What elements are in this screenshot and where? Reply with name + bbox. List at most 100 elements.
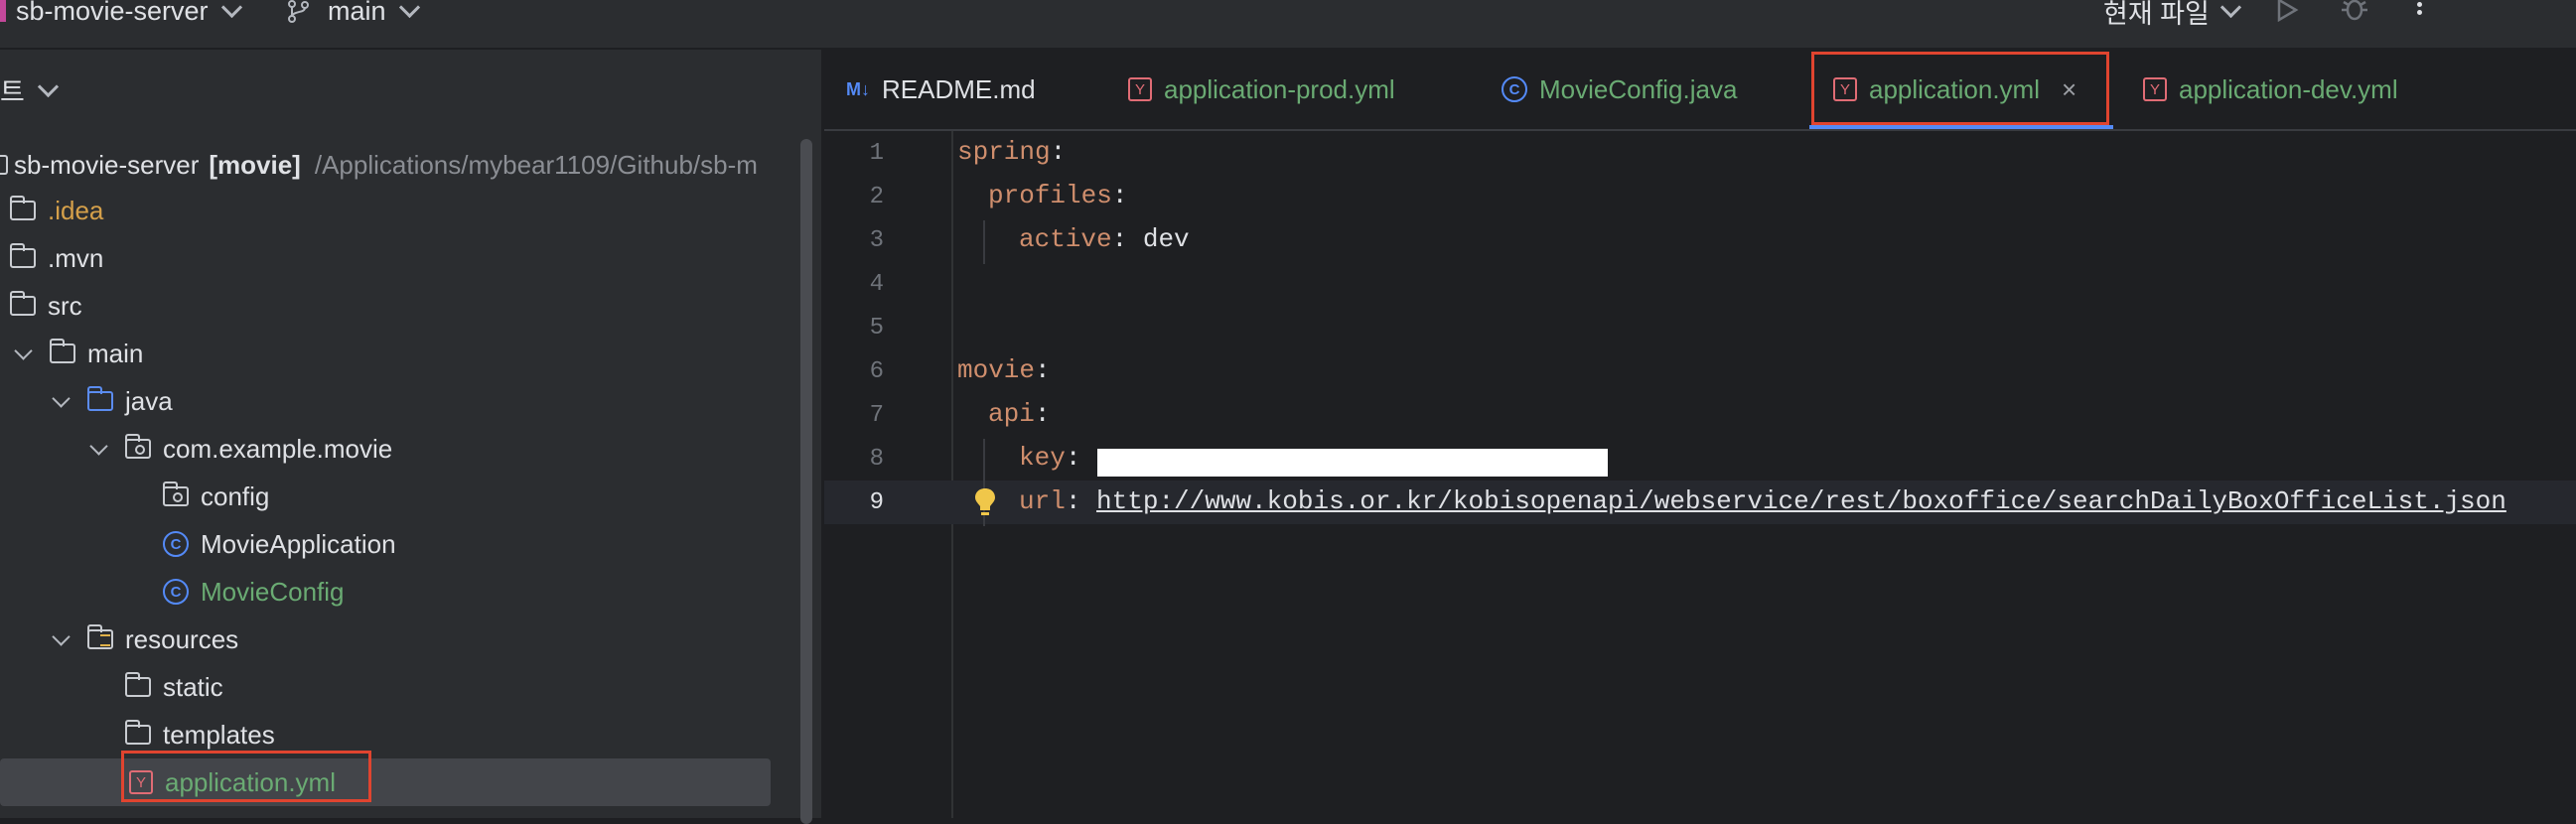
highlight-box <box>121 751 371 802</box>
line-number: 4 <box>869 271 884 298</box>
project-panel-header[interactable]: 트 <box>0 69 59 109</box>
yaml-key: key <box>1019 443 1066 473</box>
tab-readme[interactable]: M↓ README.md <box>846 50 1036 129</box>
tree-item[interactable]: main <box>14 330 144 377</box>
folder-icon <box>9 196 36 220</box>
line-number: 8 <box>869 446 884 473</box>
package-icon <box>162 481 189 506</box>
code-line-1[interactable]: spring: <box>957 137 1066 167</box>
run-config-selector[interactable]: 현재 파일 <box>2103 0 2241 29</box>
project-switcher[interactable]: sb-movie-server <box>16 0 242 26</box>
source-folder-icon <box>86 386 113 411</box>
resources-folder-icon <box>86 624 113 649</box>
code-line-8[interactable]: key: <box>1019 443 1080 473</box>
tree-item-label: main <box>87 338 144 368</box>
yaml-key: url <box>1019 486 1066 516</box>
root-name: sb-movie-server <box>14 149 200 180</box>
module-icon <box>0 155 8 175</box>
url-link[interactable]: http://www.kobis.or.kr/kobisopenapi/webs… <box>1096 486 2506 516</box>
tab-label: application-dev.yml <box>2179 73 2398 104</box>
project-panel-title: 트 <box>0 76 25 107</box>
yaml-colon: : <box>1111 224 1128 254</box>
tab-label: README.md <box>882 73 1036 104</box>
code-line-9[interactable]: url: http://www.kobis.or.kr/kobisopenapi… <box>1019 486 2506 516</box>
yaml-colon: : <box>1035 355 1051 385</box>
tree-item-label: static <box>163 671 223 702</box>
folder-icon <box>49 339 75 363</box>
chevron-down-icon[interactable] <box>52 388 71 408</box>
tree-root[interactable]: sb-movie-server [movie] /Applications/my… <box>0 141 758 189</box>
yaml-key: active <box>1019 224 1112 254</box>
tab-label: MovieConfig.java <box>1539 73 1738 104</box>
tree-item-label: templates <box>163 719 275 750</box>
line-number: 9 <box>869 489 884 516</box>
line-number: 7 <box>869 402 884 429</box>
chevron-down-icon[interactable] <box>14 341 33 360</box>
tree-item[interactable]: resources <box>52 616 239 663</box>
markdown-icon: M↓ <box>846 78 870 99</box>
chevron-down-icon[interactable] <box>52 626 71 646</box>
yaml-key: spring <box>957 137 1051 167</box>
project-color-marker <box>0 0 6 22</box>
chevron-down-icon <box>2219 0 2241 18</box>
tree-item[interactable]: C MovieConfig <box>163 568 345 616</box>
tree-item[interactable]: .mvn <box>9 234 104 282</box>
yaml-key: api <box>988 399 1035 429</box>
folder-icon <box>124 672 151 697</box>
tree-item[interactable]: java <box>52 377 173 425</box>
tree-item-label: .idea <box>48 195 104 225</box>
chevron-down-icon[interactable] <box>89 436 108 456</box>
yaml-key: profiles <box>988 181 1112 210</box>
project-name: sb-movie-server <box>16 0 209 26</box>
chevron-down-icon <box>37 75 59 97</box>
more-actions-icon[interactable] <box>2417 0 2423 15</box>
class-icon: C <box>163 579 189 605</box>
code-line-3[interactable]: active: dev <box>1019 224 1190 254</box>
tab-application-prod[interactable]: Y application-prod.yml <box>1128 50 1395 129</box>
tree-item-label: resources <box>125 623 239 654</box>
yaml-value: dev <box>1142 224 1190 254</box>
tree-item[interactable]: com.example.movie <box>89 425 393 473</box>
yaml-icon: Y <box>2143 77 2167 101</box>
yaml-colon: : <box>1111 181 1128 210</box>
folder-icon <box>9 243 36 268</box>
code-line-2[interactable]: profiles: <box>988 181 1127 210</box>
yaml-icon: Y <box>1128 77 1152 101</box>
run-icon[interactable] <box>2274 0 2300 22</box>
yaml-colon: : <box>1034 399 1051 429</box>
tab-application-dev[interactable]: Y application-dev.yml <box>2143 50 2398 129</box>
tree-item[interactable]: C MovieApplication <box>163 520 396 568</box>
tree-item-label: com.example.movie <box>163 433 393 464</box>
redacted-api-key <box>1097 449 1608 477</box>
chevron-down-icon <box>220 0 242 18</box>
tree-item[interactable]: src <box>9 282 82 330</box>
tree-item[interactable]: .idea <box>9 187 104 234</box>
line-number: 1 <box>869 140 884 167</box>
folder-icon <box>124 720 151 745</box>
tree-item-label: src <box>48 290 82 321</box>
sidebar-scrollbar[interactable] <box>800 139 812 824</box>
highlight-box <box>1811 52 2109 125</box>
code-line-6[interactable]: movie: <box>957 355 1051 385</box>
tree-item-label: .mvn <box>48 242 104 273</box>
folder-icon <box>9 291 36 316</box>
lightbulb-icon[interactable] <box>973 486 997 518</box>
tree-item-label: java <box>125 385 173 416</box>
debug-icon[interactable] <box>2340 0 2369 22</box>
indent-guide <box>983 220 985 264</box>
tree-item-label: MovieConfig <box>201 576 345 607</box>
tree-item-label: MovieApplication <box>201 528 396 559</box>
line-number: 6 <box>869 358 884 385</box>
git-branch-icon <box>288 0 309 23</box>
tab-movieconfig[interactable]: C MovieConfig.java <box>1502 50 1737 129</box>
tree-item-label: config <box>201 481 270 511</box>
line-number: 2 <box>869 184 884 210</box>
tree-item[interactable]: config <box>162 473 270 520</box>
spring-boot-class-icon: C <box>163 531 189 557</box>
chevron-down-icon <box>398 0 420 18</box>
branch-switcher[interactable]: main <box>286 0 420 26</box>
branch-name: main <box>328 0 386 26</box>
tree-item[interactable]: static <box>124 663 223 711</box>
class-icon: C <box>1502 76 1527 102</box>
code-line-7[interactable]: api: <box>988 399 1050 429</box>
